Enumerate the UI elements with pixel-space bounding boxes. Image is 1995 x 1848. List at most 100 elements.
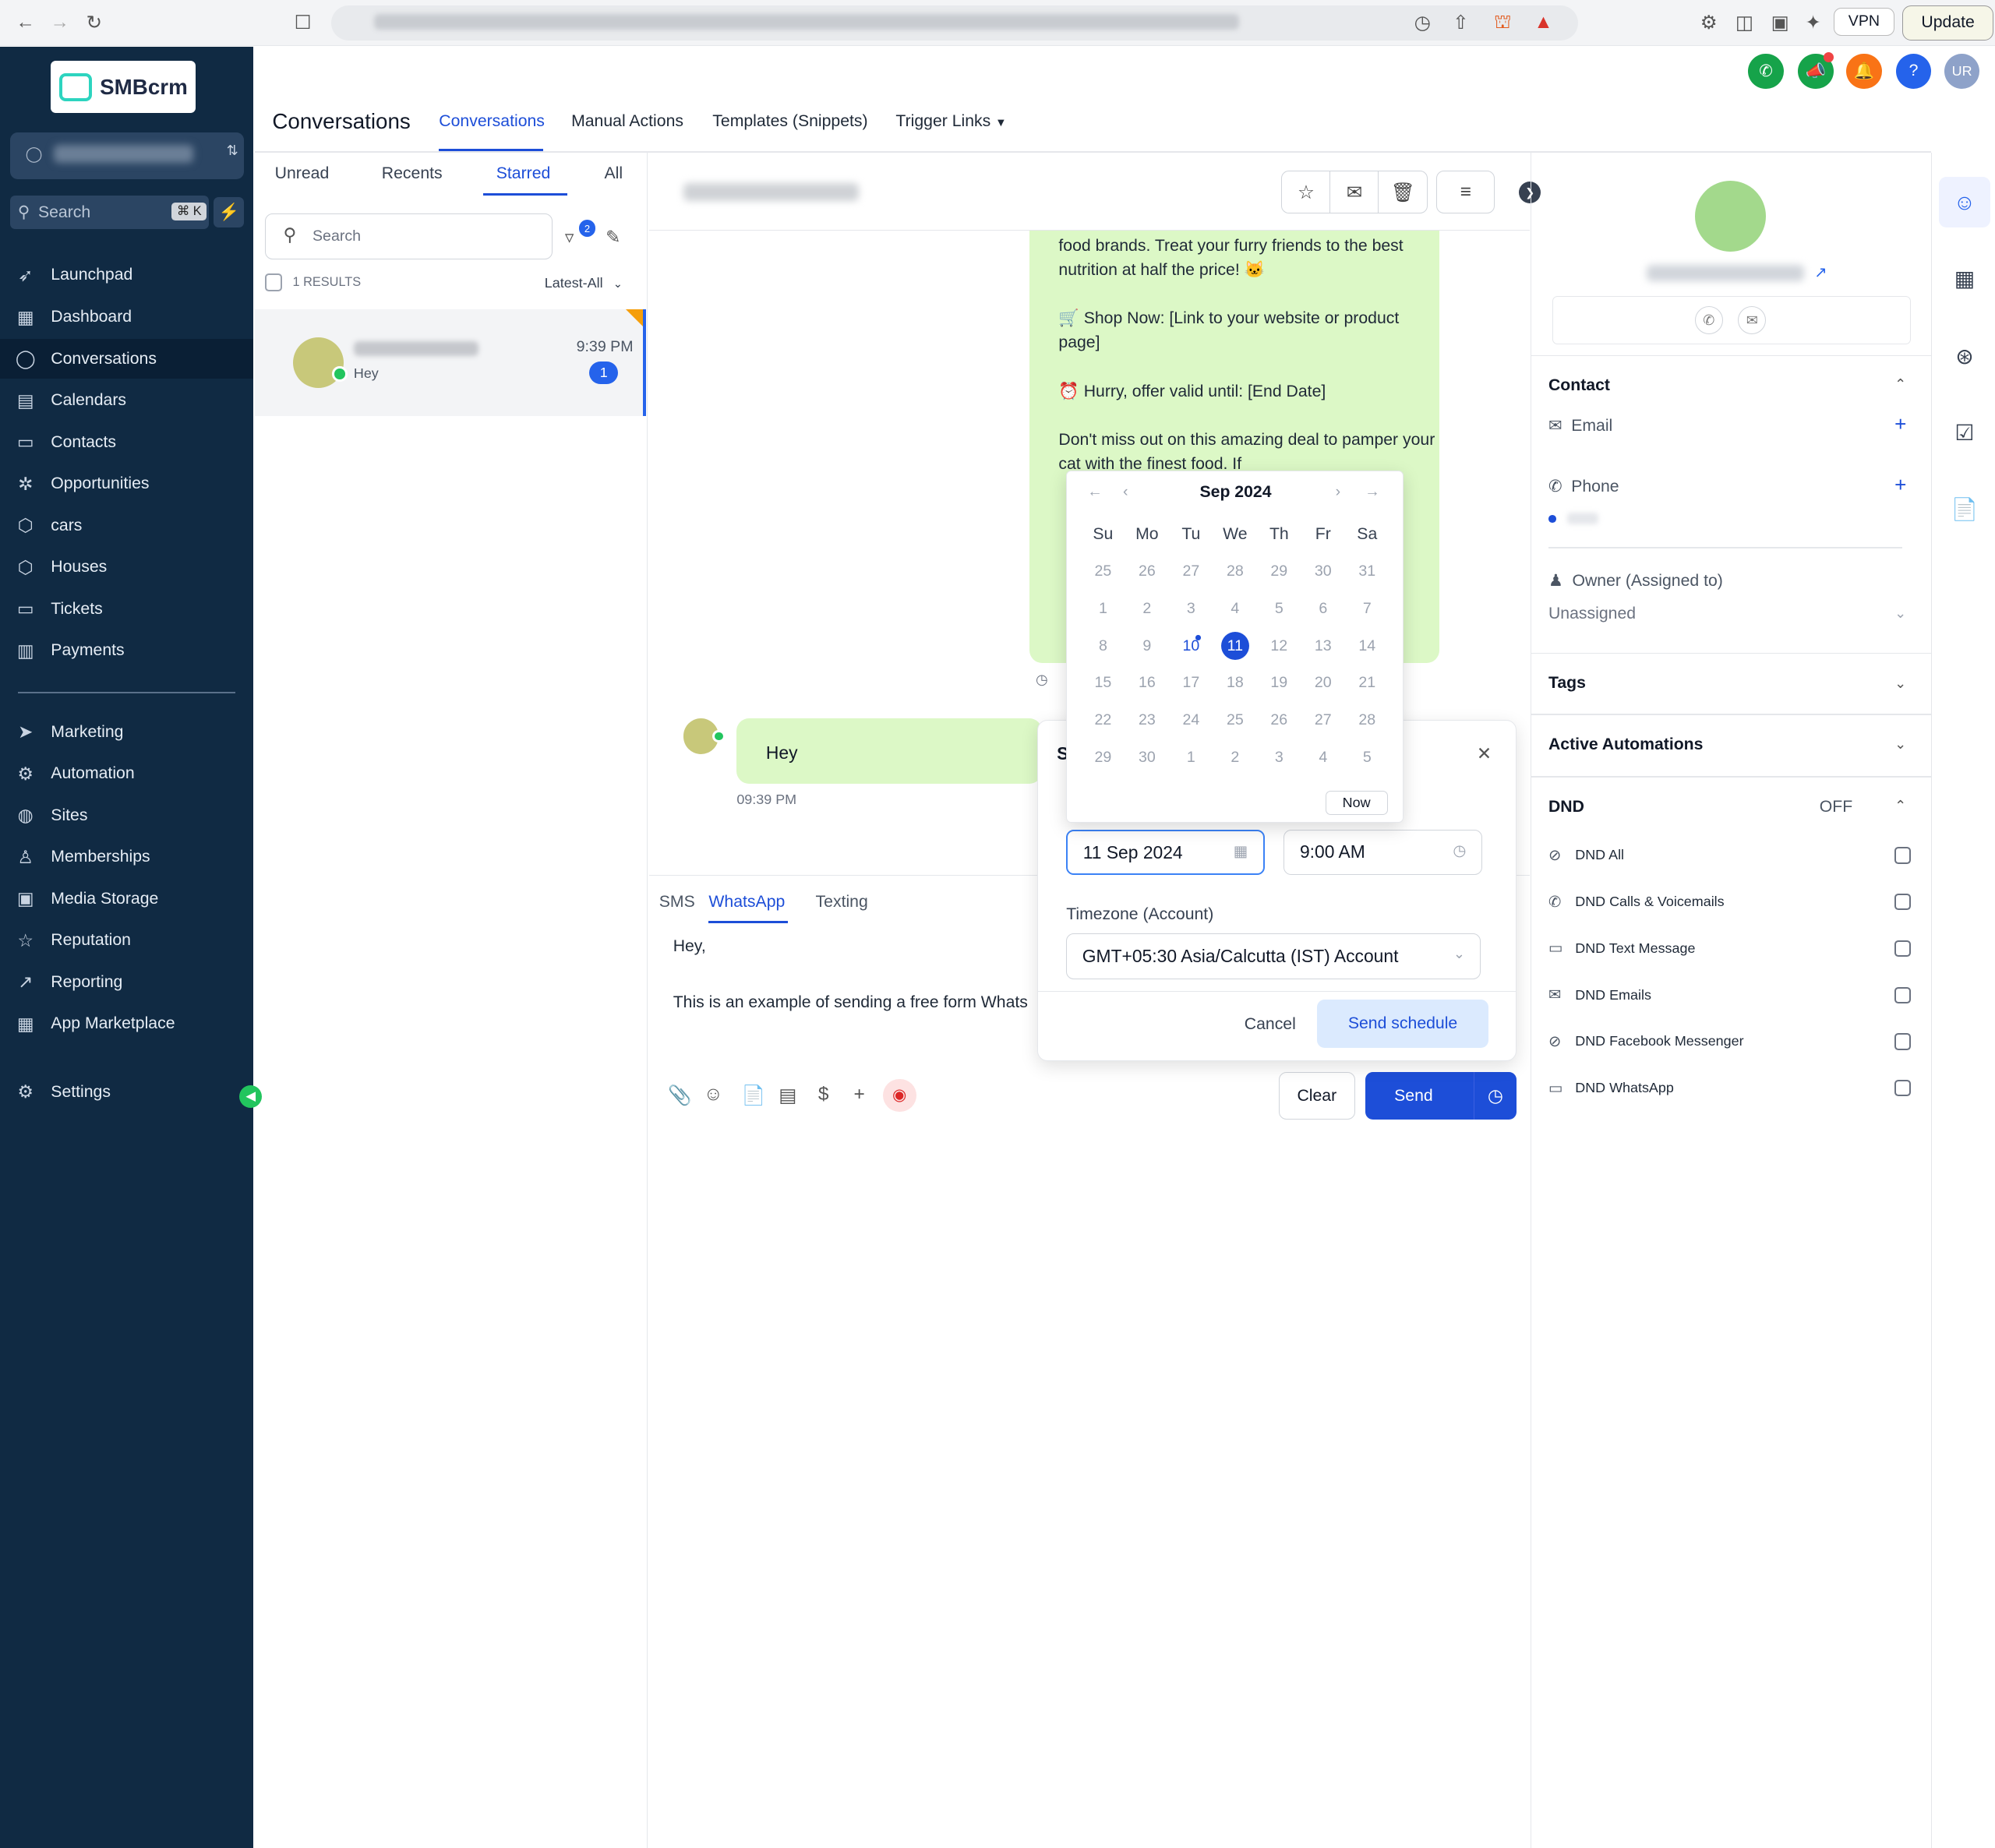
calendar-icon[interactable]: ▦ <box>1949 263 1979 294</box>
sidebar-item-sites[interactable]: ◍ Sites <box>0 795 253 835</box>
payment-dollar-icon[interactable]: $ <box>818 1084 829 1106</box>
calendar-day[interactable]: 17 <box>1169 665 1213 702</box>
sidebar-item-tickets[interactable]: ▭ Tickets <box>0 590 253 630</box>
filter-all[interactable]: All <box>605 164 623 183</box>
calendar-day[interactable]: 24 <box>1169 702 1213 739</box>
calendar-day[interactable]: 5 <box>1345 739 1389 776</box>
timezone-select[interactable]: GMT+05:30 Asia/Calcutta (IST) Account ⌄ <box>1066 933 1481 980</box>
quick-action-bolt-icon[interactable]: ⚡ <box>214 197 245 228</box>
owner-select[interactable]: Unassigned <box>1548 605 1636 623</box>
user-avatar[interactable]: UR <box>1944 53 1980 90</box>
sidebar-item-launchpad[interactable]: ➶ Launchpad <box>0 256 253 295</box>
send-schedule-button[interactable]: Send schedule <box>1316 1000 1489 1049</box>
emoji-icon[interactable]: ☺ <box>704 1084 723 1106</box>
dnd-checkbox[interactable] <box>1894 940 1912 958</box>
contact-profile-icon[interactable]: ☺ <box>1949 187 1979 217</box>
channel-tab-whatsapp[interactable]: WhatsApp <box>708 893 785 912</box>
sidebar-item-marketing[interactable]: ➤ Marketing <box>0 712 253 752</box>
dnd-checkbox[interactable] <box>1894 894 1912 911</box>
chevron-down-icon[interactable]: ⌄ <box>1894 736 1906 753</box>
calendar-day[interactable]: 18 <box>1213 665 1257 702</box>
next-year-icon[interactable]: → <box>1365 483 1380 501</box>
mark-read-button[interactable]: ✉ <box>1329 170 1379 214</box>
calendar-day[interactable]: 1 <box>1169 739 1213 776</box>
reload-icon[interactable]: ↻ <box>80 9 108 37</box>
calendar-day[interactable]: 21 <box>1345 665 1389 702</box>
automations-section-title[interactable]: Active Automations <box>1548 735 1703 754</box>
schedule-time-input[interactable]: 9:00 AM ◷ <box>1284 829 1483 876</box>
conversation-search-input[interactable]: ⚲ Search <box>264 213 553 260</box>
tab-trigger-links[interactable]: Trigger Links ▼ <box>895 112 1006 131</box>
calendar-day[interactable]: 12 <box>1257 627 1301 665</box>
phone-icon[interactable]: ✆ <box>1748 53 1785 90</box>
call-contact-icon[interactable]: ✆ <box>1694 306 1723 335</box>
cancel-button[interactable]: Cancel <box>1245 1015 1296 1034</box>
calendar-day[interactable]: 27 <box>1169 553 1213 591</box>
filter-recents[interactable]: Recents <box>382 164 443 183</box>
sidebar-item-memberships[interactable]: ♙ Memberships <box>0 838 253 877</box>
calendar-day[interactable]: 9 <box>1125 627 1169 665</box>
sidebar-item-settings[interactable]: ⚙ Settings <box>0 1072 253 1112</box>
extensions-icon[interactable]: ⚙ <box>1695 9 1723 37</box>
document-icon[interactable]: 📄 <box>742 1084 766 1107</box>
calendar-day[interactable]: 28 <box>1345 702 1389 739</box>
calendar-day[interactable]: 4 <box>1301 739 1345 776</box>
calendar-day[interactable]: 28 <box>1213 553 1257 591</box>
close-icon[interactable]: ✕ <box>1477 743 1492 764</box>
task-check-icon[interactable]: ☑ <box>1949 418 1979 448</box>
tab-templates[interactable]: Templates (Snippets) <box>712 112 867 131</box>
sort-dropdown[interactable]: Latest-All ⌄ <box>545 275 623 291</box>
sidebar-item-cars[interactable]: ⬡ cars <box>0 506 253 545</box>
account-switcher[interactable]: ◯ ⇅ <box>10 132 245 180</box>
history-icon[interactable]: ◷ <box>1408 9 1436 37</box>
tags-section-title[interactable]: Tags <box>1548 674 1586 693</box>
delete-button[interactable]: 🗑 <box>1378 170 1428 214</box>
leo-icon[interactable]: ✦ <box>1799 9 1827 37</box>
calendar-day[interactable]: 3 <box>1169 591 1213 628</box>
calendar-day[interactable]: 13 <box>1301 627 1345 665</box>
chevron-down-icon[interactable]: ⌄ <box>1894 675 1906 692</box>
calendar-day-selected[interactable]: 11 <box>1213 627 1257 665</box>
schedule-date-input[interactable]: 11 Sep 2024 ▦ <box>1066 829 1265 876</box>
calendar-day[interactable]: 27 <box>1301 702 1345 739</box>
calendar-day[interactable]: 14 <box>1345 627 1389 665</box>
back-icon[interactable]: ← <box>12 9 40 37</box>
sidebar-item-automation[interactable]: ⚙ Automation <box>0 754 253 794</box>
compose-icon[interactable]: ✎ <box>606 227 620 248</box>
calendar-day[interactable]: 30 <box>1125 739 1169 776</box>
sidebar-item-houses[interactable]: ⬡ Houses <box>0 548 253 587</box>
sidebar-item-reputation[interactable]: ☆ Reputation <box>0 921 253 961</box>
bookmark-icon[interactable]: ☐ <box>289 9 317 37</box>
calendar-day[interactable]: 22 <box>1081 702 1125 739</box>
sidebar-item-media-storage[interactable]: ▣ Media Storage <box>0 880 253 919</box>
add-email-button[interactable]: + <box>1894 412 1906 436</box>
dnd-checkbox[interactable] <box>1894 1033 1912 1050</box>
calendar-day-today[interactable]: 10 <box>1169 627 1213 665</box>
sidebar-toggle-icon[interactable]: ◫ <box>1730 9 1758 37</box>
star-conversation-button[interactable]: ☆ <box>1281 170 1331 214</box>
dnd-checkbox[interactable] <box>1894 847 1912 864</box>
calendar-day[interactable]: 31 <box>1345 553 1389 591</box>
notes-icon[interactable]: 📄 <box>1949 493 1979 524</box>
calendar-day[interactable]: 23 <box>1125 702 1169 739</box>
calendar-day[interactable]: 2 <box>1213 739 1257 776</box>
calendar-day[interactable]: 8 <box>1081 627 1125 665</box>
template-icon[interactable]: ▤ <box>779 1084 796 1107</box>
wallet-icon[interactable]: ▣ <box>1766 9 1794 37</box>
bell-icon[interactable]: 🔔 <box>1846 53 1882 90</box>
sidebar-item-reporting[interactable]: ↗ Reporting <box>0 963 253 1003</box>
brand-logo[interactable]: SMBcrm <box>51 61 196 114</box>
sidebar-item-calendars[interactable]: ▤ Calendars <box>0 381 253 421</box>
calendar-day[interactable]: 5 <box>1257 591 1301 628</box>
calendar-day[interactable]: 16 <box>1125 665 1169 702</box>
tab-manual-actions[interactable]: Manual Actions <box>571 112 683 131</box>
calendar-day[interactable]: 3 <box>1257 739 1301 776</box>
calendar-day[interactable]: 1 <box>1081 591 1125 628</box>
filter-unread[interactable]: Unread <box>275 164 330 183</box>
sidebar-item-dashboard[interactable]: ▦ Dashboard <box>0 298 253 337</box>
update-button[interactable]: Update <box>1901 5 1994 41</box>
chevron-up-icon[interactable]: ⌃ <box>1894 798 1906 814</box>
channel-tab-texting[interactable]: Texting <box>816 893 868 912</box>
calendar-day[interactable]: 25 <box>1213 702 1257 739</box>
composer-text-line[interactable]: Hey, <box>673 937 706 956</box>
